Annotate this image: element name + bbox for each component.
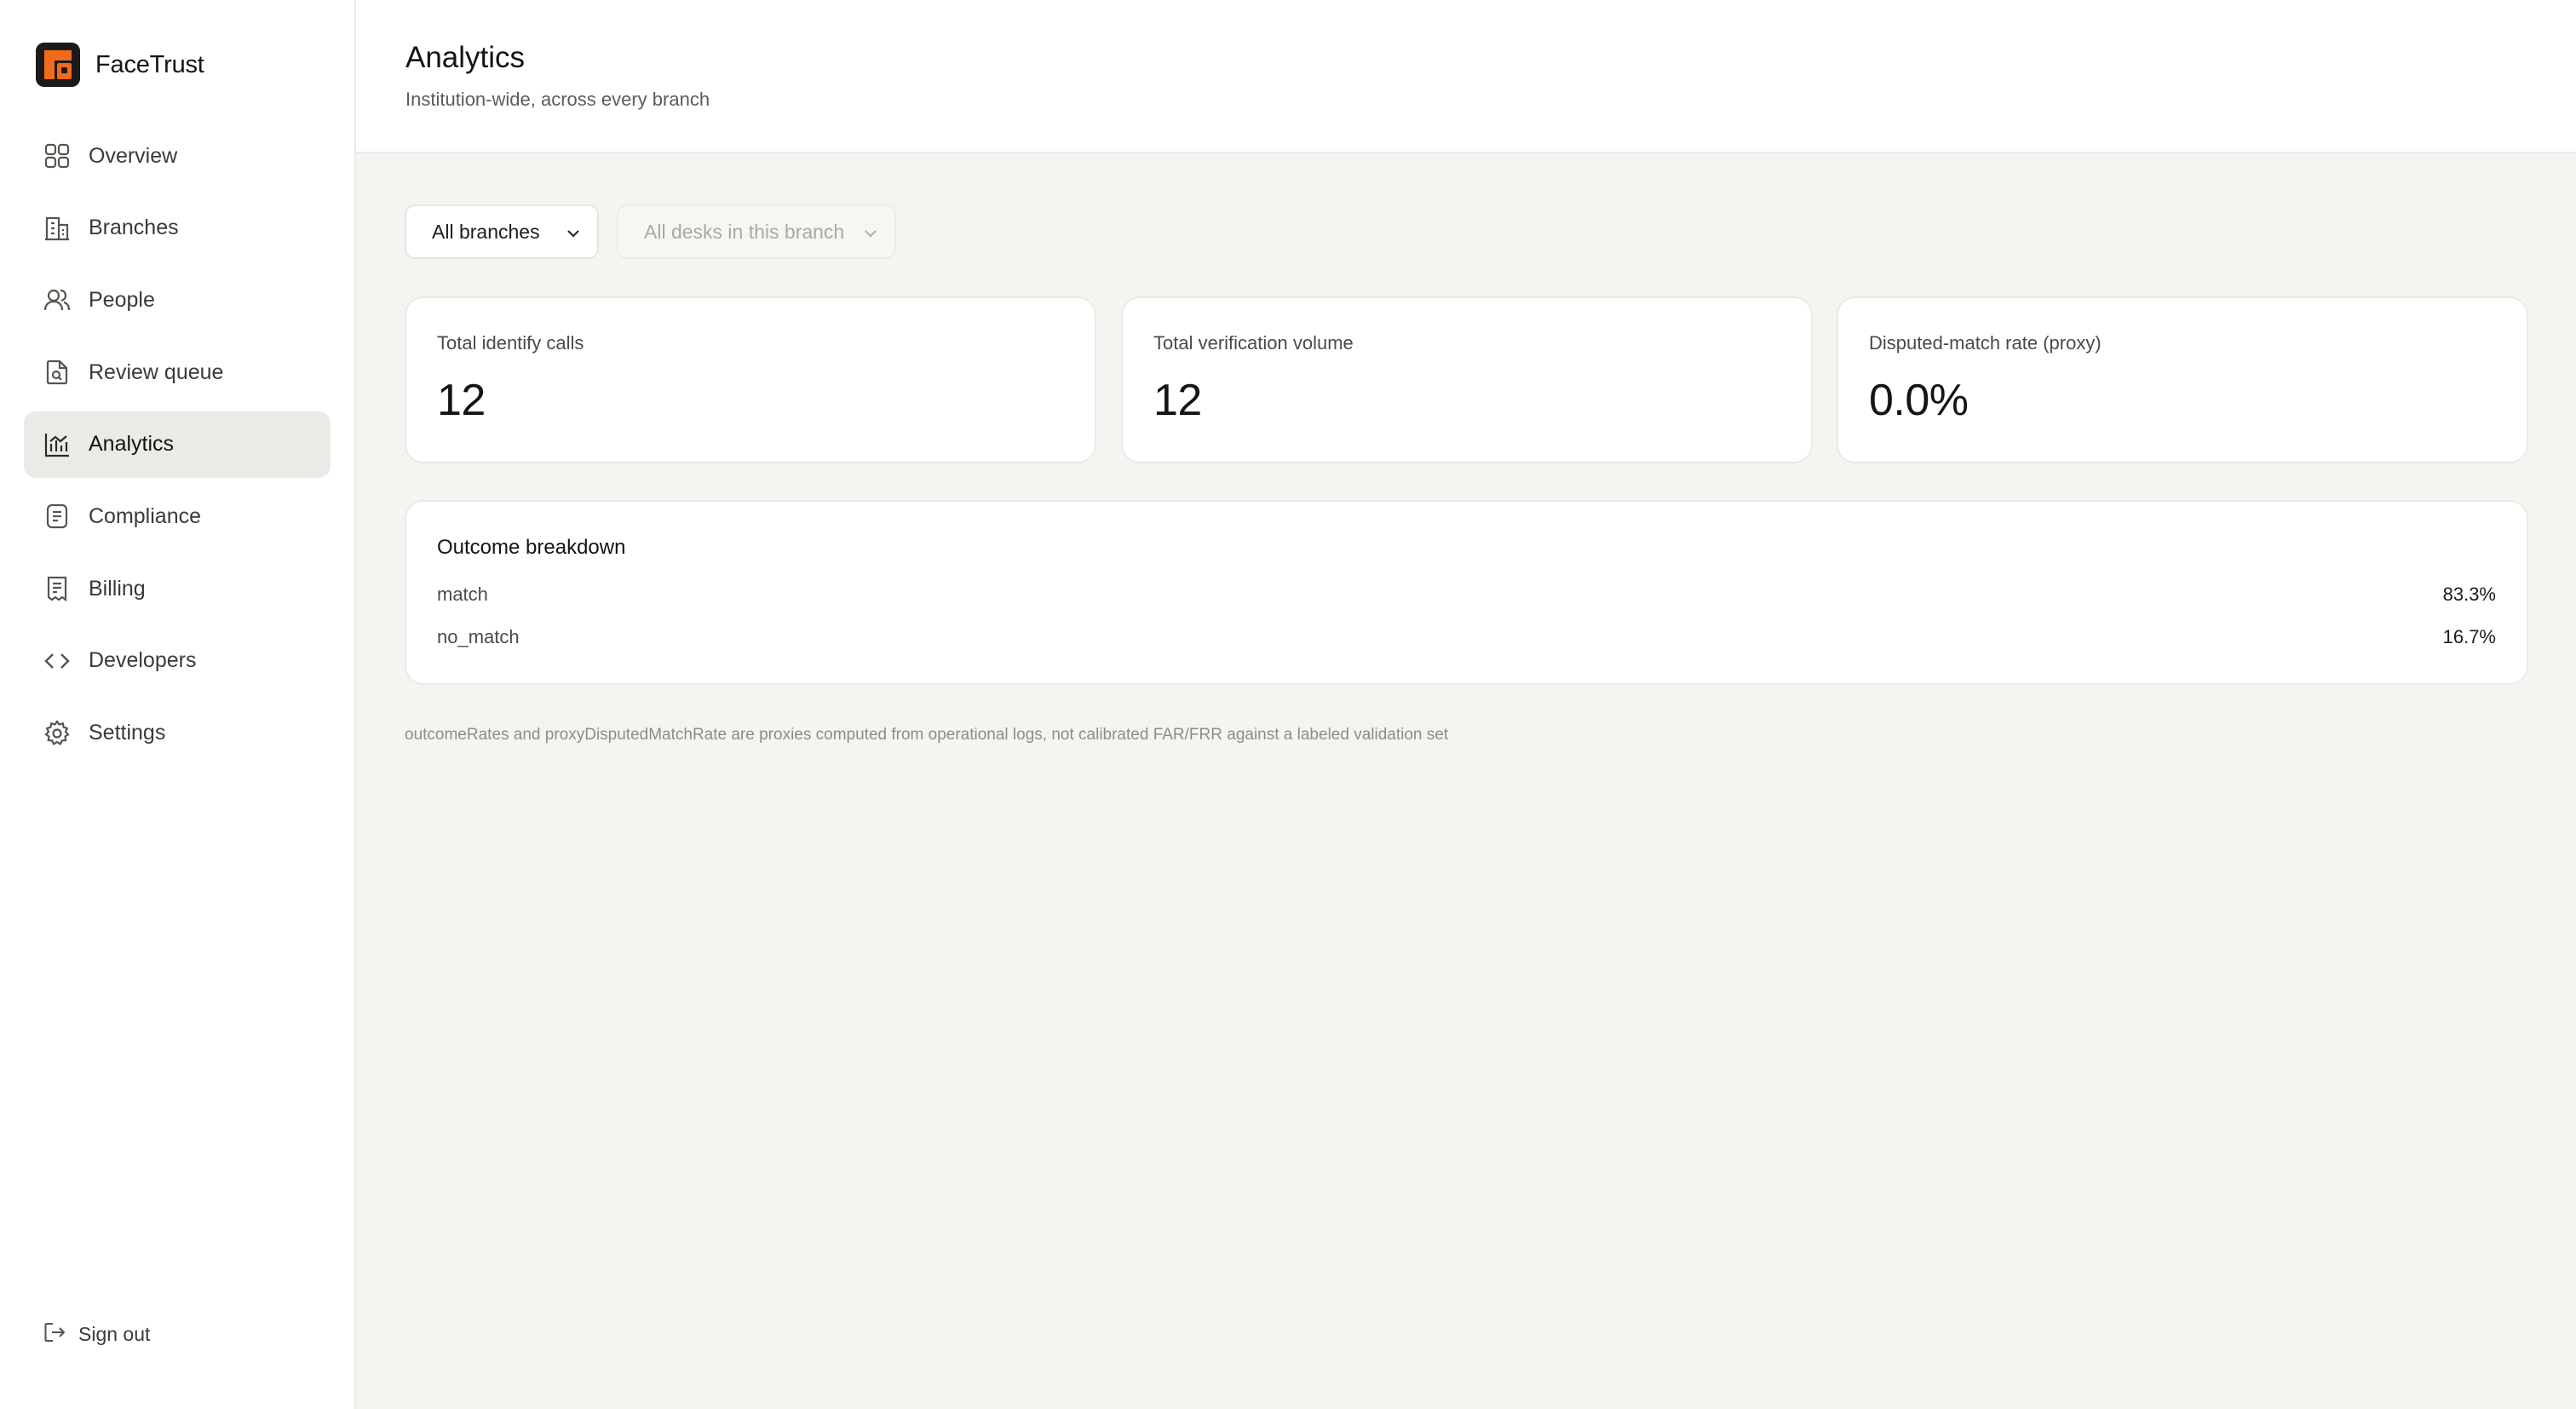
sidebar-item-label: Billing <box>89 576 146 601</box>
outcome-breakdown-title: Outcome breakdown <box>437 536 626 559</box>
sidebar-item-review-queue[interactable]: Review queue <box>24 339 331 405</box>
sidebar-item-settings[interactable]: Settings <box>24 700 331 767</box>
sidebar-item-billing[interactable]: Billing <box>24 555 331 622</box>
sidebar-item-label: Developers <box>89 648 197 673</box>
outcome-value: 16.7% <box>2442 626 2496 647</box>
outcome-breakdown-card: Outcome breakdown match 83.3% no_match 1… <box>405 500 2528 685</box>
receipt-icon <box>43 574 72 603</box>
outcome-name: match <box>437 584 488 605</box>
sign-out-icon <box>43 1320 66 1349</box>
page-header: Analytics Institution-wide, across every… <box>356 0 2576 153</box>
document-icon <box>43 502 72 531</box>
sidebar-item-analytics[interactable]: Analytics <box>24 411 331 478</box>
stat-card-verification-volume: Total verification volume 12 <box>1121 296 1813 463</box>
sidebar-item-developers[interactable]: Developers <box>24 628 331 694</box>
stat-label: Disputed-match rate (proxy) <box>1869 332 2102 354</box>
stat-card-identify-calls: Total identify calls 12 <box>405 296 1096 463</box>
page-title: Analytics <box>405 41 526 74</box>
sign-out-button[interactable]: Sign out <box>43 1320 150 1349</box>
sign-out-label: Sign out <box>78 1323 151 1345</box>
stat-value: 0.0% <box>1869 376 1969 425</box>
users-icon <box>43 285 72 314</box>
sidebar-item-label: Branches <box>89 216 179 240</box>
sidebar-item-label: People <box>89 287 155 312</box>
grid-icon <box>43 141 72 170</box>
sidebar-item-branches[interactable]: Branches <box>24 195 331 262</box>
sidebar-item-label: Settings <box>89 721 166 745</box>
outcome-name: no_match <box>437 626 520 647</box>
stat-label: Total verification volume <box>1153 332 1354 354</box>
facetrust-logo-icon <box>36 43 80 87</box>
brand-name: FaceTrust <box>95 50 204 78</box>
chevron-down-icon <box>860 223 881 249</box>
sidebar-nav: Overview Branches People Review queue An… <box>24 123 331 772</box>
sidebar-item-label: Compliance <box>89 503 202 528</box>
gear-icon <box>43 719 72 748</box>
page-subtitle: Institution-wide, across every branch <box>405 89 710 110</box>
list-item: no_match 16.7% <box>437 626 2496 652</box>
sidebar-item-label: Overview <box>89 143 178 168</box>
stat-label: Total identify calls <box>437 332 584 354</box>
code-icon <box>43 647 72 676</box>
file-search-icon <box>43 358 72 387</box>
list-item: match 83.3% <box>437 584 2496 609</box>
sidebar-item-people[interactable]: People <box>24 267 331 333</box>
sidebar: FaceTrust Overview Branches People Revie… <box>0 0 356 1409</box>
sidebar-item-overview[interactable]: Overview <box>24 123 331 189</box>
stat-card-disputed-match-rate: Disputed-match rate (proxy) 0.0% <box>1837 296 2528 463</box>
chevron-down-icon <box>563 223 584 249</box>
brand[interactable]: FaceTrust <box>36 43 204 87</box>
branch-select-value: All branches <box>432 220 540 243</box>
footnote: outcomeRates and proxyDisputedMatchRate … <box>405 726 1449 744</box>
sidebar-item-label: Review queue <box>89 359 224 384</box>
branch-select[interactable]: All branches <box>405 204 599 259</box>
outcome-value: 83.3% <box>2442 584 2496 605</box>
stat-value: 12 <box>437 376 486 425</box>
building-icon <box>43 214 72 243</box>
desk-select[interactable]: All desks in this branch <box>617 204 896 259</box>
stat-value: 12 <box>1153 376 1202 425</box>
bar-chart-icon <box>43 430 72 459</box>
sidebar-item-compliance[interactable]: Compliance <box>24 483 331 549</box>
sidebar-item-label: Analytics <box>89 432 175 457</box>
desk-select-value: All desks in this branch <box>644 220 845 243</box>
